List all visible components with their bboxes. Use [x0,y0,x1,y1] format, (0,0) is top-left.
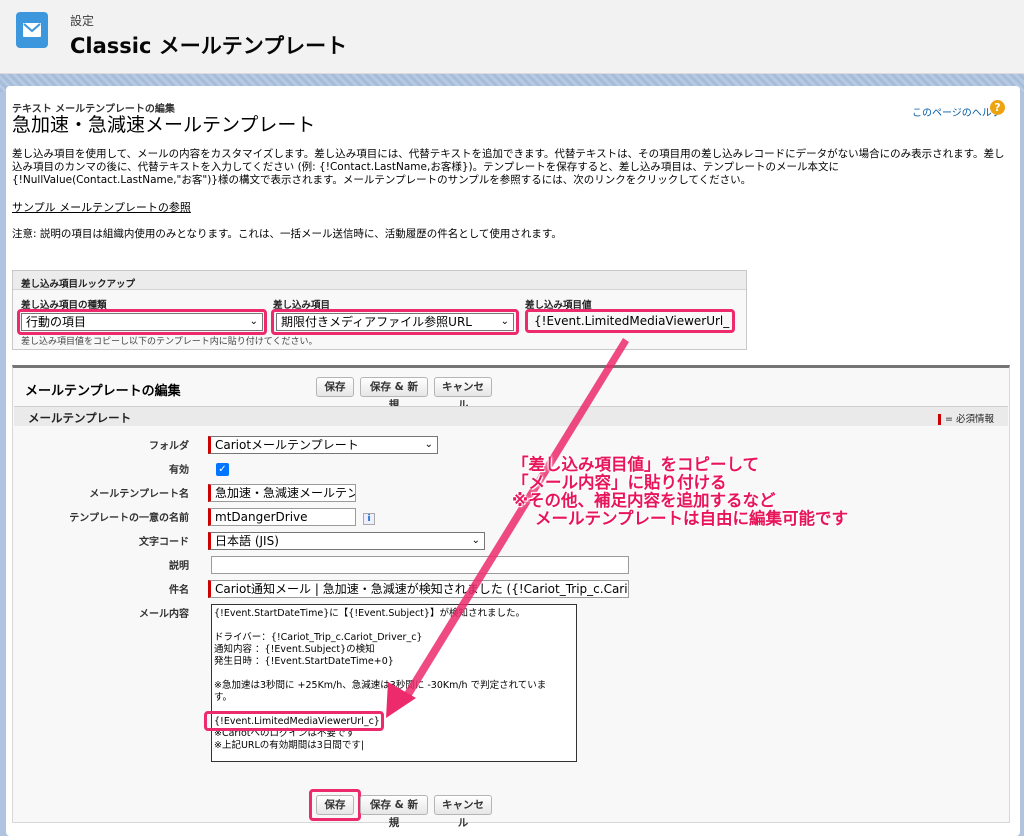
active-label: 有効 [169,465,189,476]
description-label: 説明 [169,561,189,572]
setup-header: 設定 Classic メールテンプレート [0,0,1024,74]
cancel-button-bottom[interactable]: キャンセル [434,795,492,829]
body-label: メール内容 [139,609,189,620]
unique-name-label: テンプレートの一意の名前 [69,513,189,524]
save-new-button[interactable]: 保存 & 新規 [360,377,428,411]
merge-field-lookup: 差し込み項目ルックアップ 差し込み項目の種類 行動の項目 ⌄ 差し込み項目 期限付… [12,270,747,350]
edit-title: メールテンプレートの編集 [25,384,181,399]
unique-name-input[interactable]: mtDangerDrive [208,508,356,526]
note-text: 注意: 説明の項目は組織内使用のみとなります。これは、一括メール送信時に、活動履… [12,228,562,240]
subject-input[interactable]: Cariot通知メール | 急加速・急減速が検知されました ({!Cariot_… [208,580,629,598]
chevron-down-icon: ⌄ [424,439,433,450]
save-new-button-bottom[interactable]: 保存 & 新規 [360,795,428,829]
lookup-title: 差し込み項目ルックアップ [13,271,746,290]
help-icon[interactable]: ? [990,100,1005,115]
folder-select[interactable]: Cariotメールテンプレート ⌄ [208,436,438,454]
lookup-note: 差し込み項目値をコピーし以下のテンプレート内に貼り付けてください。 [21,337,318,347]
body-textarea[interactable]: {!Event.StartDateTime}に【{!Event.Subject}… [211,604,577,762]
required-marker [938,414,942,425]
header-subtitle[interactable]: 設定 [70,12,94,29]
chevron-down-icon: ⌄ [471,535,480,546]
required-text: = 必須情報 [945,414,994,425]
edit-template-block: メールテンプレートの編集 保存 保存 & 新規 キャンセル メールテンプレート … [12,365,1010,829]
encoding-label: 文字コード [139,537,189,548]
template-name-input[interactable]: 急加速・急減速メールテンプ [208,484,356,502]
annotation-callout: 「差し込み項目値」をコピーして 「メール内容」に貼り付ける ※その他、補足内容を… [512,455,848,528]
folder-value: Cariotメールテンプレート [215,438,359,452]
encoding-value: 日本語 (JIS) [215,534,279,548]
description-input[interactable] [211,556,629,574]
encoding-select[interactable]: 日本語 (JIS) ⌄ [208,532,485,550]
required-legend: = 必須情報 [938,411,994,425]
highlight-frame [525,309,735,333]
cancel-button[interactable]: キャンセル [434,377,492,411]
active-checkbox[interactable]: ✓ [216,463,229,476]
folder-label: フォルダ [149,441,189,452]
email-icon [16,12,48,48]
subject-label: 件名 [169,585,189,596]
sample-template-link[interactable]: サンプル メールテンプレートの参照 [12,199,191,215]
help-link[interactable]: このページのヘルプ [912,104,1002,119]
header-title: Classic メールテンプレート [70,34,348,58]
highlight-frame [17,309,267,335]
highlight-frame [309,789,361,821]
page-title: 急加速・急減速メールテンプレート [12,114,316,136]
section-title: メールテンプレート [28,411,132,425]
section-header: メールテンプレート = 必須情報 [14,406,1008,426]
intro-text: 差し込み項目を使用して、メールの内容をカスタマイズします。差し込み項目には、代替… [12,148,1005,186]
save-button[interactable]: 保存 [316,377,354,397]
info-icon[interactable]: i [363,513,375,525]
name-label: メールテンプレート名 [89,489,189,500]
highlight-frame [204,711,384,731]
highlight-frame [271,309,519,335]
